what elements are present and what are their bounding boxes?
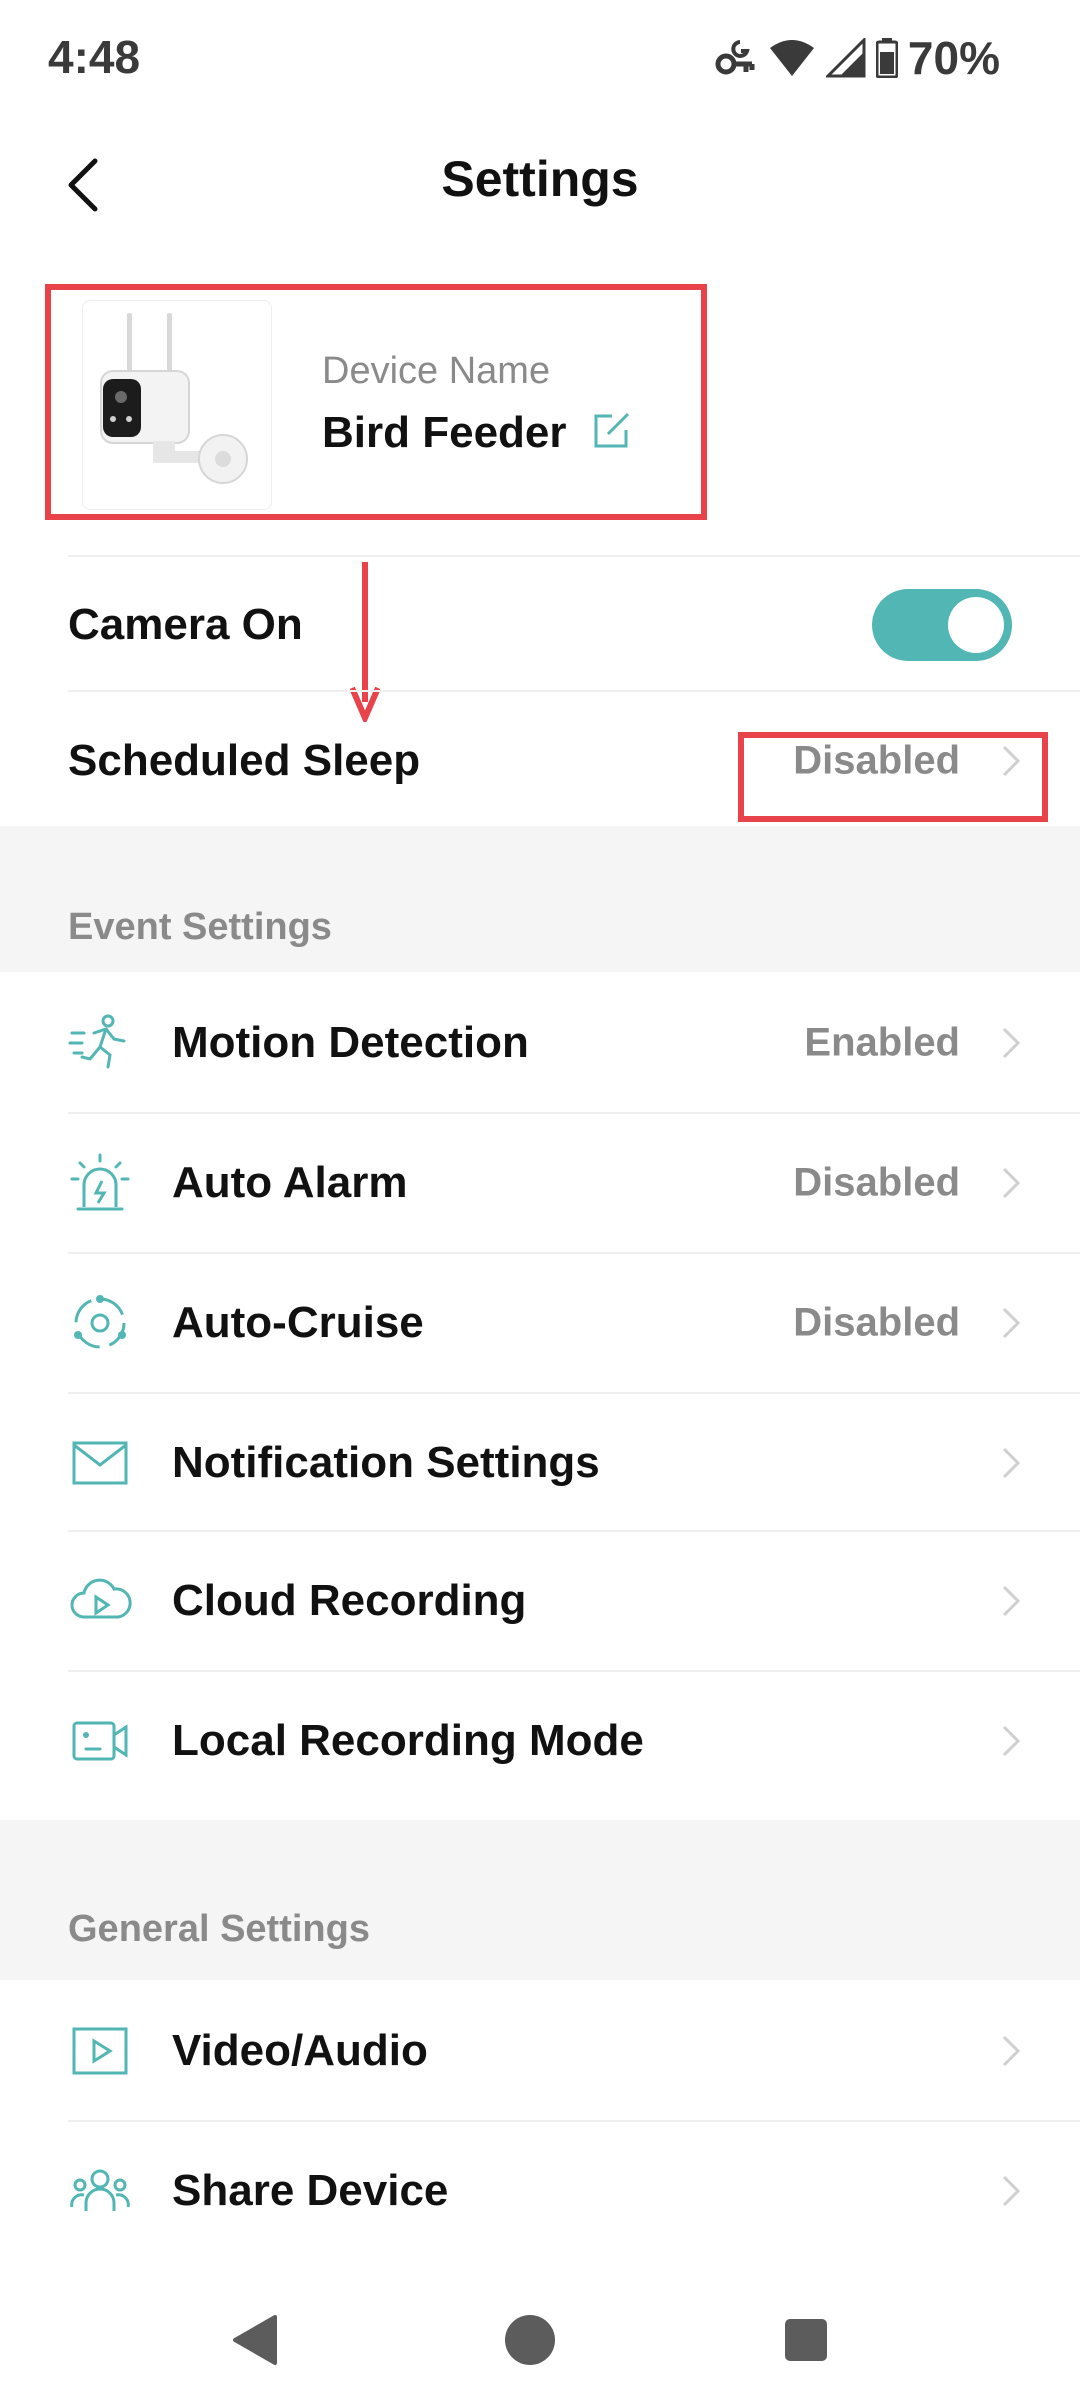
scheduled-sleep-label: Scheduled Sleep — [68, 736, 421, 785]
cloud-play-icon — [70, 1578, 132, 1619]
toggle-knob — [948, 597, 1004, 653]
motion-detection-label: Motion Detection — [172, 1018, 529, 1067]
system-nav-bar — [0, 2270, 1080, 2400]
motion-detection-value: Enabled — [804, 1020, 960, 1065]
camera-on-toggle[interactable] — [872, 589, 1012, 661]
nav-back-icon — [233, 2315, 277, 2365]
chevron-right-icon — [1002, 1027, 1021, 1059]
general-settings-title: General Settings — [68, 1908, 370, 1950]
general-settings-band: General Settings — [0, 1820, 1080, 1980]
scheduled-sleep-value: Disabled — [793, 738, 960, 783]
share-device-row[interactable]: Share Device — [0, 2122, 1080, 2260]
camera-on-label: Camera On — [68, 600, 303, 649]
scheduled-sleep-row[interactable]: Scheduled Sleep Disabled — [0, 692, 1080, 830]
auto-alarm-label: Auto Alarm — [172, 1158, 408, 1207]
chevron-right-icon — [1002, 1307, 1021, 1339]
chevron-right-icon — [1002, 2035, 1021, 2067]
chevron-right-icon — [1002, 1725, 1021, 1757]
auto-cruise-icon — [74, 1295, 126, 1349]
nav-back-button[interactable] — [214, 2300, 294, 2380]
share-device-label: Share Device — [172, 2166, 449, 2215]
status-time: 4:48 — [48, 31, 141, 83]
settings-screen: 4:48 70% Settings Device Name Bird Feede… — [0, 0, 1080, 2400]
chevron-right-icon — [1002, 745, 1021, 777]
page-title: Settings — [441, 151, 639, 207]
users-icon — [70, 2169, 130, 2211]
video-audio-row[interactable]: Video/Audio — [0, 1982, 1080, 2120]
auto-cruise-row[interactable]: Auto-Cruise Disabled — [0, 1254, 1080, 1392]
nav-recents-icon — [785, 2319, 827, 2361]
cloud-recording-label: Cloud Recording — [172, 1576, 527, 1625]
chevron-right-icon — [1002, 1167, 1021, 1199]
auto-alarm-value: Disabled — [793, 1160, 960, 1205]
event-settings-title: Event Settings — [68, 906, 332, 948]
local-recording-mode-label: Local Recording Mode — [172, 1716, 644, 1765]
nav-recents-button[interactable] — [766, 2300, 846, 2380]
camera-on-row: Camera On — [0, 556, 1080, 694]
header: Settings — [0, 120, 1080, 250]
battery-percentage: 70% — [907, 32, 1000, 84]
status-icons: 70% — [714, 30, 1000, 86]
motion-detection-row[interactable]: Motion Detection Enabled — [0, 974, 1080, 1112]
battery-icon — [875, 38, 898, 78]
alarm-siren-icon — [70, 1153, 130, 1211]
auto-cruise-value: Disabled — [793, 1300, 960, 1345]
chevron-right-icon — [1002, 1447, 1021, 1479]
vpn-key-icon — [715, 40, 755, 75]
annotation-box-device — [45, 284, 707, 520]
event-settings-band: Event Settings — [0, 826, 1080, 972]
chevron-right-icon — [1002, 2175, 1021, 2207]
nav-home-icon — [505, 2315, 555, 2365]
auto-cruise-label: Auto-Cruise — [172, 1298, 424, 1347]
status-bar: 4:48 70% — [0, 0, 1080, 120]
wifi-icon — [769, 40, 814, 76]
nav-home-button[interactable] — [490, 2300, 570, 2380]
camera-recording-icon — [72, 1721, 128, 1761]
motion-detection-icon — [68, 1014, 126, 1069]
cellular-signal-icon — [825, 38, 866, 78]
cloud-recording-row[interactable]: Cloud Recording — [0, 1532, 1080, 1670]
video-play-icon — [72, 2027, 128, 2075]
auto-alarm-row[interactable]: Auto Alarm Disabled — [0, 1114, 1080, 1252]
chevron-right-icon — [1002, 1585, 1021, 1617]
local-recording-mode-row[interactable]: Local Recording Mode — [0, 1672, 1080, 1810]
notification-settings-row[interactable]: Notification Settings — [0, 1394, 1080, 1532]
video-audio-label: Video/Audio — [172, 2026, 428, 2075]
envelope-icon — [72, 1441, 128, 1485]
notification-settings-label: Notification Settings — [172, 1438, 600, 1487]
